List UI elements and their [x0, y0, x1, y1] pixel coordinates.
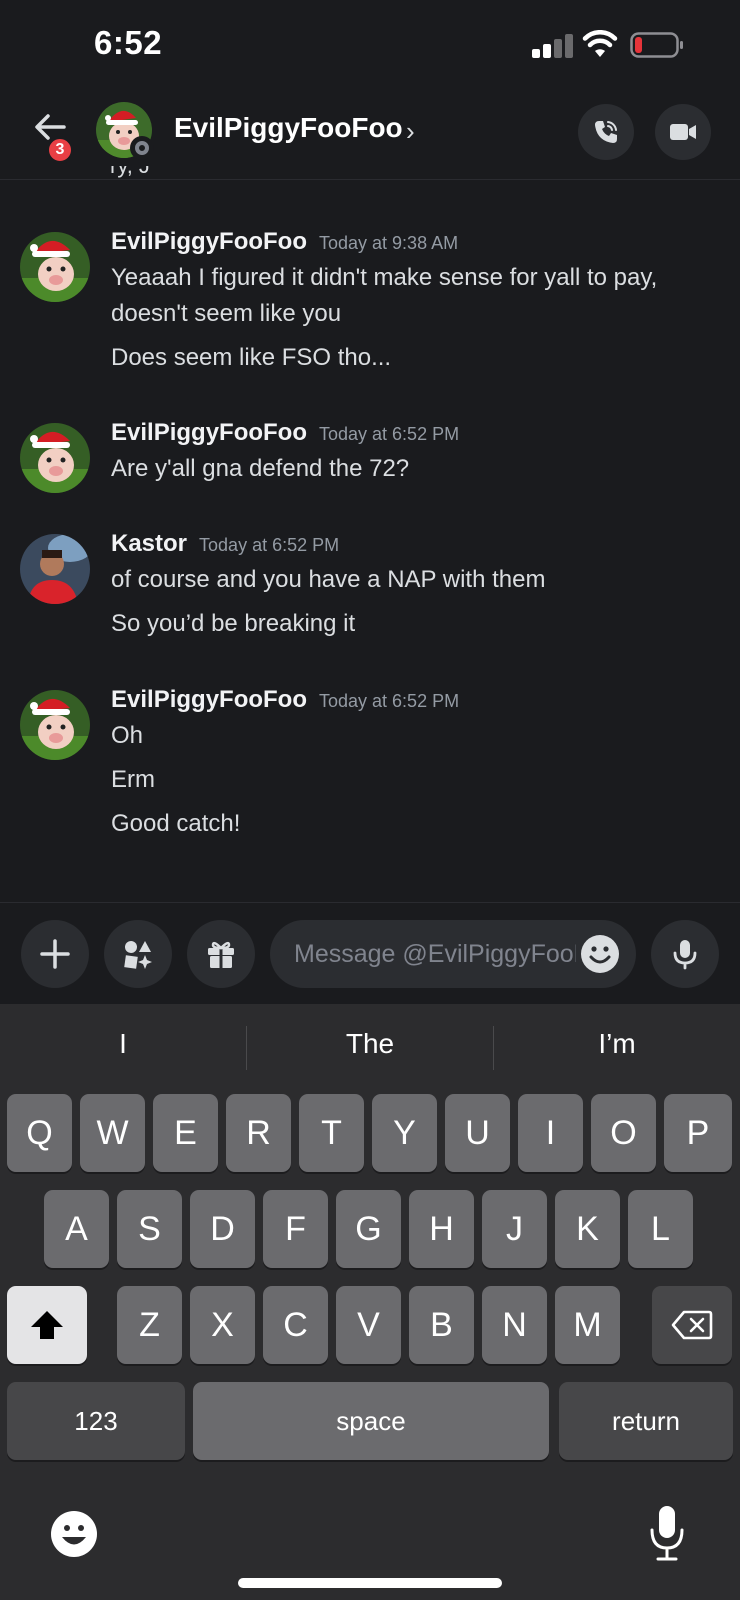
- message-text: Are y'all gna defend the 72?: [111, 455, 410, 482]
- shift-key[interactable]: [7, 1286, 87, 1364]
- pig-avatar[interactable]: [20, 690, 90, 760]
- key-g[interactable]: G: [336, 1190, 401, 1268]
- suggestion-item[interactable]: I’m: [494, 1028, 740, 1060]
- offline-status-icon: [130, 136, 154, 160]
- message-input-placeholder: Message @EvilPiggyFooFoo: [294, 940, 576, 968]
- pig-avatar[interactable]: [20, 423, 90, 493]
- message-timestamp: Today at 9:38 AM: [319, 233, 459, 253]
- key-y[interactable]: Y: [372, 1094, 437, 1172]
- predictive-text-bar: I The I’m: [0, 1004, 740, 1088]
- previous-message-fragment: ry, J: [110, 166, 170, 180]
- message-timestamp: Today at 6:52 PM: [319, 691, 460, 711]
- battery-low-icon: [630, 32, 683, 58]
- key-x[interactable]: X: [190, 1286, 255, 1364]
- dictation-microphone-icon[interactable]: [648, 1504, 686, 1562]
- key-s[interactable]: S: [117, 1190, 182, 1268]
- message-timestamp: Today at 6:52 PM: [199, 535, 340, 555]
- key-t[interactable]: T: [299, 1094, 364, 1172]
- key-n[interactable]: N: [482, 1286, 547, 1364]
- apps-icon: [124, 941, 152, 969]
- key-a[interactable]: A: [44, 1190, 109, 1268]
- key-d[interactable]: D: [190, 1190, 255, 1268]
- backspace-icon: [671, 1310, 713, 1340]
- message-text: Yeaaah I figured it didn't make sense fo…: [111, 264, 658, 291]
- delete-key[interactable]: [652, 1286, 732, 1364]
- key-l[interactable]: L: [628, 1190, 693, 1268]
- message-author[interactable]: EvilPiggyFooFoo Today at 6:52 PM: [111, 686, 459, 714]
- gift-icon: [208, 941, 234, 968]
- key-j[interactable]: J: [482, 1190, 547, 1268]
- kastor-avatar[interactable]: [20, 534, 90, 604]
- key-m[interactable]: M: [555, 1286, 620, 1364]
- suggestion-item[interactable]: The: [247, 1028, 493, 1060]
- key-i[interactable]: I: [518, 1094, 583, 1172]
- key-f[interactable]: F: [263, 1190, 328, 1268]
- shift-arrow-icon: [31, 1311, 63, 1339]
- space-key[interactable]: space: [193, 1382, 549, 1460]
- message-text: of course and you have a NAP with them: [111, 566, 546, 593]
- numbers-key[interactable]: 123: [7, 1382, 185, 1460]
- message-text: Erm: [111, 766, 155, 793]
- key-z[interactable]: Z: [117, 1286, 182, 1364]
- key-q[interactable]: Q: [7, 1094, 72, 1172]
- emoji-keyboard-icon[interactable]: [50, 1510, 98, 1558]
- message-text: Does seem like FSO tho...: [111, 344, 392, 371]
- voice-message-button[interactable]: [651, 920, 719, 988]
- key-e[interactable]: E: [153, 1094, 218, 1172]
- message-author[interactable]: EvilPiggyFooFoo Today at 9:38 AM: [111, 228, 458, 256]
- key-v[interactable]: V: [336, 1286, 401, 1364]
- key-u[interactable]: U: [445, 1094, 510, 1172]
- key-p[interactable]: P: [664, 1094, 732, 1172]
- home-indicator: [238, 1578, 502, 1588]
- gift-button[interactable]: [187, 920, 255, 988]
- message-composer: Message @EvilPiggyFooFoo: [0, 902, 740, 1004]
- cellular-signal-icon: [532, 34, 574, 58]
- message-author[interactable]: Kastor Today at 6:52 PM: [111, 530, 339, 558]
- key-k[interactable]: K: [555, 1190, 620, 1268]
- message-text: doesn't seem like you: [111, 300, 342, 327]
- add-attachment-button[interactable]: [21, 920, 89, 988]
- status-bar: 6:52: [0, 0, 740, 90]
- return-key[interactable]: return: [559, 1382, 733, 1460]
- message-text: Oh: [111, 722, 144, 749]
- apps-button[interactable]: [104, 920, 172, 988]
- message-text: Good catch!: [111, 810, 241, 837]
- plus-icon: [40, 939, 70, 969]
- key-o[interactable]: O: [591, 1094, 656, 1172]
- message-input[interactable]: Message @EvilPiggyFooFoo: [270, 920, 636, 988]
- chevron-right-icon[interactable]: ›: [406, 116, 415, 147]
- key-w[interactable]: W: [80, 1094, 145, 1172]
- video-call-button[interactable]: [655, 104, 711, 160]
- unread-badge: 3: [46, 136, 74, 164]
- microphone-icon: [673, 940, 697, 970]
- key-b[interactable]: B: [409, 1286, 474, 1364]
- key-r[interactable]: R: [226, 1094, 291, 1172]
- status-time: 6:52: [94, 24, 163, 61]
- emoji-picker-icon[interactable]: [580, 934, 620, 974]
- header-title[interactable]: EvilPiggyFooFoo: [174, 112, 403, 144]
- voice-call-button[interactable]: [578, 104, 634, 160]
- wifi-icon: [582, 30, 618, 57]
- key-h[interactable]: H: [409, 1190, 474, 1268]
- video-camera-icon: [670, 124, 696, 140]
- pig-avatar[interactable]: [20, 232, 90, 302]
- message-text: So you’d be breaking it: [111, 610, 356, 637]
- message-author[interactable]: EvilPiggyFooFoo Today at 6:52 PM: [111, 419, 459, 447]
- suggestion-item[interactable]: I: [0, 1028, 246, 1060]
- ios-keyboard: I The I’m Q W E R T Y U I O P A S D F G …: [0, 1004, 740, 1600]
- key-c[interactable]: C: [263, 1286, 328, 1364]
- phone-icon: [595, 121, 617, 143]
- message-timestamp: Today at 6:52 PM: [319, 424, 460, 444]
